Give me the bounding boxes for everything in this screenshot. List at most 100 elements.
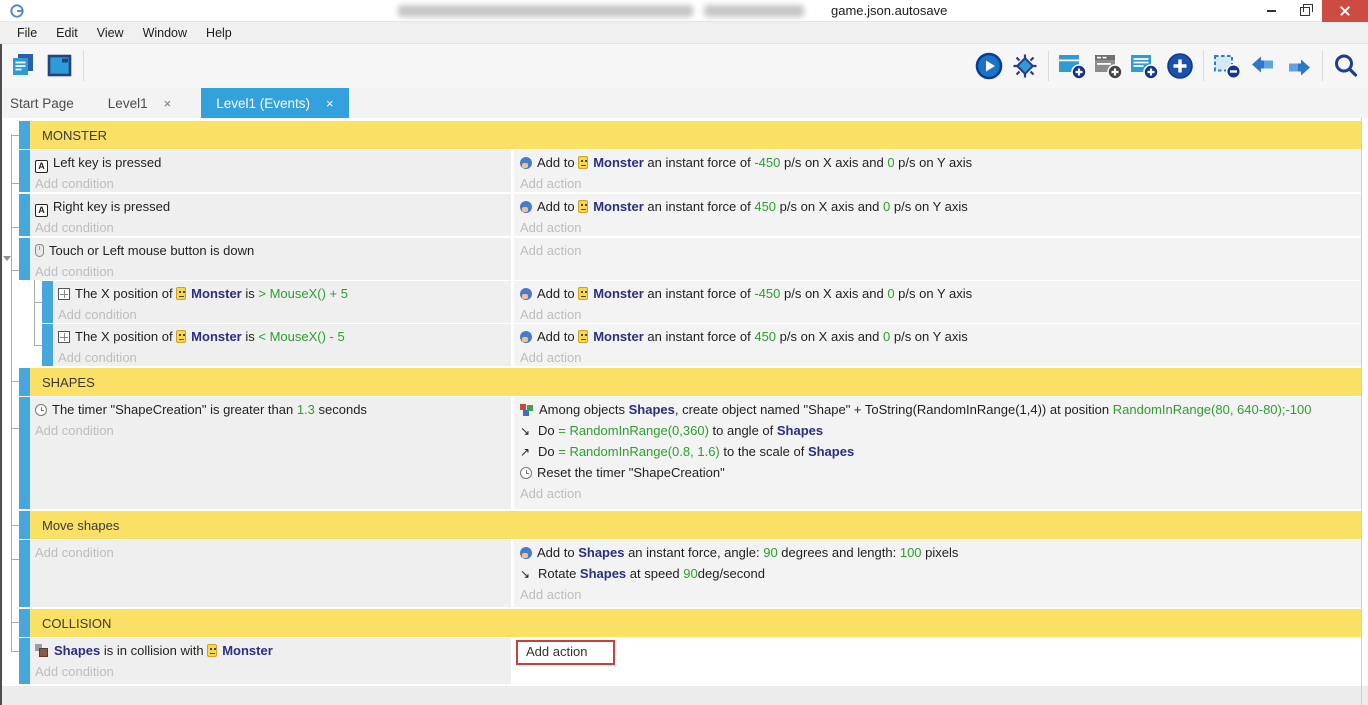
tab-label: Level1 <box>108 96 148 111</box>
action-line[interactable]: Add to Monster an instant force of 450 p… <box>520 326 1361 347</box>
restore-button[interactable] <box>1288 0 1322 22</box>
actions-cell[interactable]: Add to Monster an instant force of 450 p… <box>514 194 1361 236</box>
event-group-move-shapes[interactable]: Move shapes <box>19 511 1361 539</box>
tree-connector <box>34 345 42 346</box>
close-button[interactable] <box>1322 0 1368 22</box>
minimize-button[interactable] <box>1254 0 1288 22</box>
event-group-shapes[interactable]: SHAPES <box>19 368 1361 396</box>
text-segment: 0 <box>887 155 894 170</box>
play-icon[interactable] <box>971 49 1007 83</box>
text-segment: 100 <box>900 545 922 560</box>
monster-icon <box>207 644 217 657</box>
action-line[interactable]: Among objects Shapes, create object name… <box>520 399 1361 420</box>
menu-window[interactable]: Window <box>134 26 197 40</box>
remove-selection-icon[interactable] <box>1209 49 1245 83</box>
add-sub-event-icon[interactable] <box>1090 49 1126 83</box>
text-segment: 0 <box>887 286 894 301</box>
gdevelop-logo-icon <box>9 3 25 24</box>
add-new-icon[interactable] <box>1162 49 1198 83</box>
conditions-cell[interactable]: Left key is pressed Add condition <box>19 150 511 192</box>
undo-icon[interactable] <box>1245 49 1281 83</box>
tabbar: Start Page Level1 × Level1 (Events) × <box>0 88 1368 118</box>
condition-line[interactable]: Right key is pressed <box>35 196 511 217</box>
text-segment: an instant force of <box>644 286 755 301</box>
add-action-button[interactable]: Add action <box>520 173 1361 194</box>
actions-cell[interactable]: Add to Monster an instant force of 450 p… <box>514 324 1361 366</box>
add-action-button[interactable]: Add action <box>520 584 1361 605</box>
add-action-button-highlighted[interactable]: Add action <box>516 640 615 665</box>
add-condition-button[interactable]: Add condition <box>35 261 511 282</box>
text-segment: MouseX() + 5 <box>270 286 348 301</box>
actions-cell[interactable]: Add to Monster an instant force of -450 … <box>514 150 1361 192</box>
redo-icon[interactable] <box>1281 49 1317 83</box>
search-icon[interactable] <box>1328 49 1364 83</box>
tab-level1[interactable]: Level1 × <box>96 88 183 118</box>
action-line[interactable]: Do = RandomInRange(0,360) to angle of Sh… <box>520 420 1361 441</box>
condition-line[interactable]: Touch or Left mouse button is down <box>35 240 511 261</box>
timer-icon <box>520 467 532 479</box>
add-condition-button[interactable]: Add condition <box>35 420 511 441</box>
actions-cell[interactable]: Add action <box>514 238 1361 280</box>
menu-file[interactable]: File <box>8 26 47 40</box>
condition-line[interactable]: The timer "ShapeCreation" is greater tha… <box>35 399 511 420</box>
object-name: Shapes <box>777 423 823 438</box>
event-group-collision[interactable]: COLLISION <box>19 609 1361 637</box>
window-title: game.json.autosave <box>831 3 947 18</box>
add-condition-button[interactable]: Add condition <box>58 304 511 325</box>
tab-start-page[interactable]: Start Page <box>0 88 90 118</box>
conditions-cell[interactable]: The X position of Monster is < MouseX() … <box>42 324 511 366</box>
add-action-button[interactable]: Add action <box>520 304 1361 325</box>
add-action-button[interactable]: Add action <box>520 240 1361 261</box>
text-segment: 90 <box>763 545 777 560</box>
conditions-cell[interactable]: Add condition <box>19 540 511 607</box>
text-segment: 450 <box>754 199 776 214</box>
actions-cell[interactable]: Add to Shapes an instant force, angle: 9… <box>514 540 1361 607</box>
text-segment: p/s on Y axis <box>895 155 973 170</box>
add-action-button[interactable]: Add action <box>520 217 1361 238</box>
text-segment: Do <box>538 423 558 438</box>
tab-close-icon[interactable]: × <box>326 96 334 111</box>
condition-line[interactable]: The X position of Monster is < MouseX() … <box>58 326 511 347</box>
actions-cell[interactable]: Add action <box>514 638 1361 684</box>
add-condition-button[interactable]: Add condition <box>58 347 511 368</box>
condition-line[interactable]: The X position of Monster is > MouseX() … <box>58 283 511 304</box>
add-action-button[interactable]: Add action <box>520 347 1361 368</box>
tree-connector <box>11 525 19 526</box>
action-line[interactable]: Add to Monster an instant force of -450 … <box>520 152 1361 173</box>
add-comment-icon[interactable] <box>1126 49 1162 83</box>
monster-icon <box>176 330 186 343</box>
object-name: Monster <box>593 286 644 301</box>
debug-icon[interactable] <box>1007 49 1043 83</box>
action-line[interactable]: Add to Shapes an instant force, angle: 9… <box>520 542 1361 563</box>
menu-view[interactable]: View <box>88 26 134 40</box>
conditions-cell[interactable]: Right key is pressed Add condition <box>19 194 511 236</box>
action-line[interactable]: Add to Monster an instant force of 450 p… <box>520 196 1361 217</box>
add-action-button[interactable]: Add action <box>520 483 1361 504</box>
add-event-icon[interactable] <box>1054 49 1090 83</box>
action-line[interactable]: Add to Monster an instant force of -450 … <box>520 283 1361 304</box>
project-manager-icon[interactable] <box>6 49 42 83</box>
tab-close-icon[interactable]: × <box>164 96 172 111</box>
add-condition-button[interactable]: Add condition <box>35 173 511 194</box>
add-condition-button[interactable]: Add condition <box>35 661 511 682</box>
action-line[interactable]: Do = RandomInRange(0.8, 1.6) to the scal… <box>520 441 1361 462</box>
event-group-monster[interactable]: MONSTER <box>19 121 1361 149</box>
condition-line[interactable]: Shapes is in collision with Monster <box>35 640 511 661</box>
conditions-cell[interactable]: Touch or Left mouse button is down Add c… <box>19 238 511 280</box>
actions-cell[interactable]: Among objects Shapes, create object name… <box>514 397 1361 509</box>
menu-help[interactable]: Help <box>197 26 242 40</box>
actions-cell[interactable]: Add to Monster an instant force of -450 … <box>514 281 1361 323</box>
collapse-arrow-icon[interactable] <box>3 256 11 261</box>
add-condition-button[interactable]: Add condition <box>35 217 511 238</box>
tab-level1-events[interactable]: Level1 (Events) × <box>201 88 348 118</box>
action-line[interactable]: Rotate Shapes at speed 90deg/second <box>520 563 1361 584</box>
conditions-cell[interactable]: Shapes is in collision with Monster Add … <box>19 638 511 684</box>
add-condition-button[interactable]: Add condition <box>35 542 511 563</box>
conditions-cell[interactable]: The X position of Monster is > MouseX() … <box>42 281 511 323</box>
conditions-cell[interactable]: The timer "ShapeCreation" is greater tha… <box>19 397 511 509</box>
position-icon <box>58 288 70 300</box>
scene-editor-icon[interactable] <box>42 49 78 83</box>
menu-edit[interactable]: Edit <box>47 26 88 40</box>
action-line[interactable]: Reset the timer "ShapeCreation" <box>520 462 1361 483</box>
condition-line[interactable]: Left key is pressed <box>35 152 511 173</box>
